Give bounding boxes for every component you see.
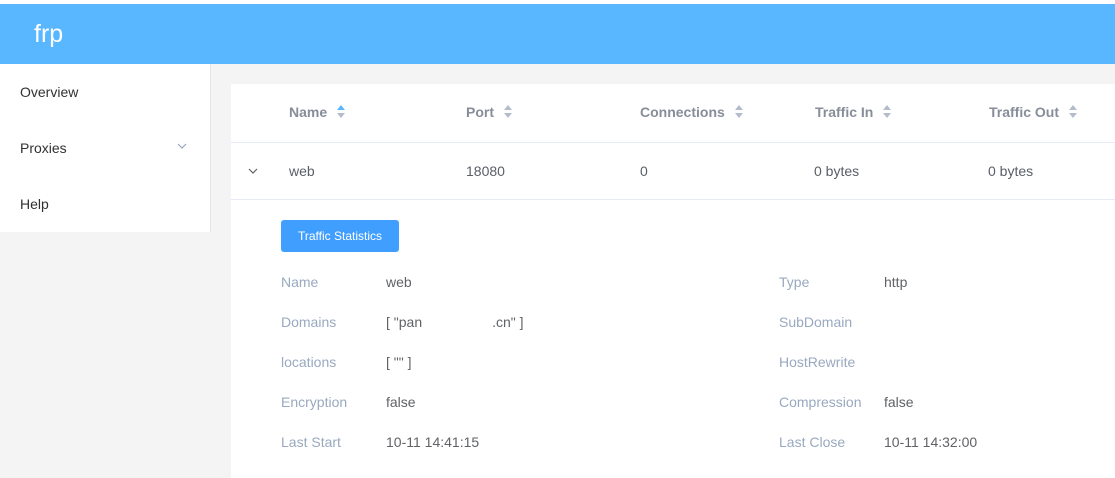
sort-caret-icon[interactable] [883,105,892,119]
detail-label-encryption: Encryption [281,394,348,410]
column-header-label: Name [289,104,328,120]
detail-value-last-start: 10-11 14:41:15 [386,434,480,450]
column-header-label: Traffic In [815,104,874,120]
traffic-statistics-button[interactable]: Traffic Statistics [281,220,399,252]
cell-port: 18080 [466,163,505,179]
sidebar-menu: Overview Proxies Help [0,64,211,232]
column-header-traffic-out[interactable]: Traffic Out [989,104,1077,120]
sort-caret-icon[interactable] [337,105,346,119]
proxies-table-panel: Name Port Connections Traffic In Traffic… [231,84,1115,478]
cell-traffic-out: 0 bytes [988,163,1034,179]
column-header-label: Connections [640,104,725,120]
detail-value-encryption: false [386,394,416,410]
collapse-row-chevron-icon[interactable] [246,166,260,176]
detail-label-subdomain: SubDomain [779,314,853,330]
sidebar-item-label: Help [20,196,49,212]
chevron-down-icon [177,143,187,149]
sort-caret-icon[interactable] [734,105,743,119]
column-header-connections[interactable]: Connections [640,104,743,120]
detail-label-last-start: Last Start [281,434,341,450]
table-divider [231,142,1115,143]
column-header-label: Traffic Out [989,104,1060,120]
app-header: frp [0,4,1115,64]
column-header-port[interactable]: Port [466,104,512,120]
detail-label-compression: Compression [779,394,862,410]
detail-label-type: Type [779,274,810,290]
detail-label-domains: Domains [281,314,337,330]
sidebar-item-overview[interactable]: Overview [0,64,210,120]
cell-connections: 0 [640,163,648,179]
cell-traffic-in: 0 bytes [814,163,860,179]
column-header-traffic-in[interactable]: Traffic In [815,104,892,120]
detail-label-locations: locations [281,354,337,370]
sort-caret-icon[interactable] [1068,105,1077,119]
detail-label-hostrewrite: HostRewrite [779,354,856,370]
sidebar-item-label: Overview [20,84,79,100]
detail-value-compression: false [884,394,914,410]
column-header-name[interactable]: Name [289,104,346,120]
detail-value-domains: [ "pan .cn" ] [386,314,524,330]
detail-value-type: http [884,274,908,290]
sidebar-item-proxies[interactable]: Proxies [0,120,210,176]
detail-value-locations: [ "" ] [386,354,412,370]
detail-label-last-close: Last Close [779,434,846,450]
table-divider [231,199,1115,200]
cell-name: web [289,163,315,179]
detail-label-name: Name [281,274,319,290]
app-title[interactable]: frp [34,19,63,49]
sidebar-item-label: Proxies [20,140,67,156]
detail-value-name: web [386,274,412,290]
sidebar-item-help[interactable]: Help [0,176,210,232]
sort-caret-icon[interactable] [503,105,512,119]
column-header-label: Port [466,104,494,120]
sidebar-empty-area [0,232,231,478]
detail-value-last-close: 10-11 14:32:00 [884,434,978,450]
